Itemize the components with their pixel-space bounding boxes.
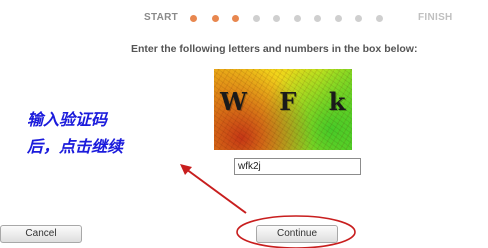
progress-finish-label: FINISH xyxy=(418,12,453,23)
continue-button[interactable]: Continue xyxy=(256,225,338,243)
progress-step-dot xyxy=(253,15,260,22)
progress-step-dot xyxy=(314,15,321,22)
progress-step-dot xyxy=(273,15,280,22)
progress-step-dot xyxy=(212,15,219,22)
progress-step-dot xyxy=(335,15,342,22)
annotation-arrow xyxy=(185,168,247,214)
captcha-instruction: Enter the following letters and numbers … xyxy=(131,43,418,55)
cancel-button[interactable]: Cancel xyxy=(0,225,82,243)
captcha-code-text: W F k 2 j xyxy=(220,87,352,116)
progress-step-dot xyxy=(190,15,197,22)
arrow-head-icon xyxy=(180,164,192,175)
progress-step-dot xyxy=(232,15,239,22)
progress-step-dot xyxy=(355,15,362,22)
annotation-line-2: 后，点击继续 xyxy=(27,137,124,156)
progress-start-label: START xyxy=(144,12,179,23)
captcha-code-input[interactable] xyxy=(234,158,361,175)
progress-step-dot xyxy=(376,15,383,22)
progress-step-dot xyxy=(294,15,301,22)
progress-indicator: START FINISH xyxy=(0,10,488,26)
annotation-line-1: 输入验证码 xyxy=(27,110,108,129)
captcha-image: W F k 2 j xyxy=(214,69,352,150)
